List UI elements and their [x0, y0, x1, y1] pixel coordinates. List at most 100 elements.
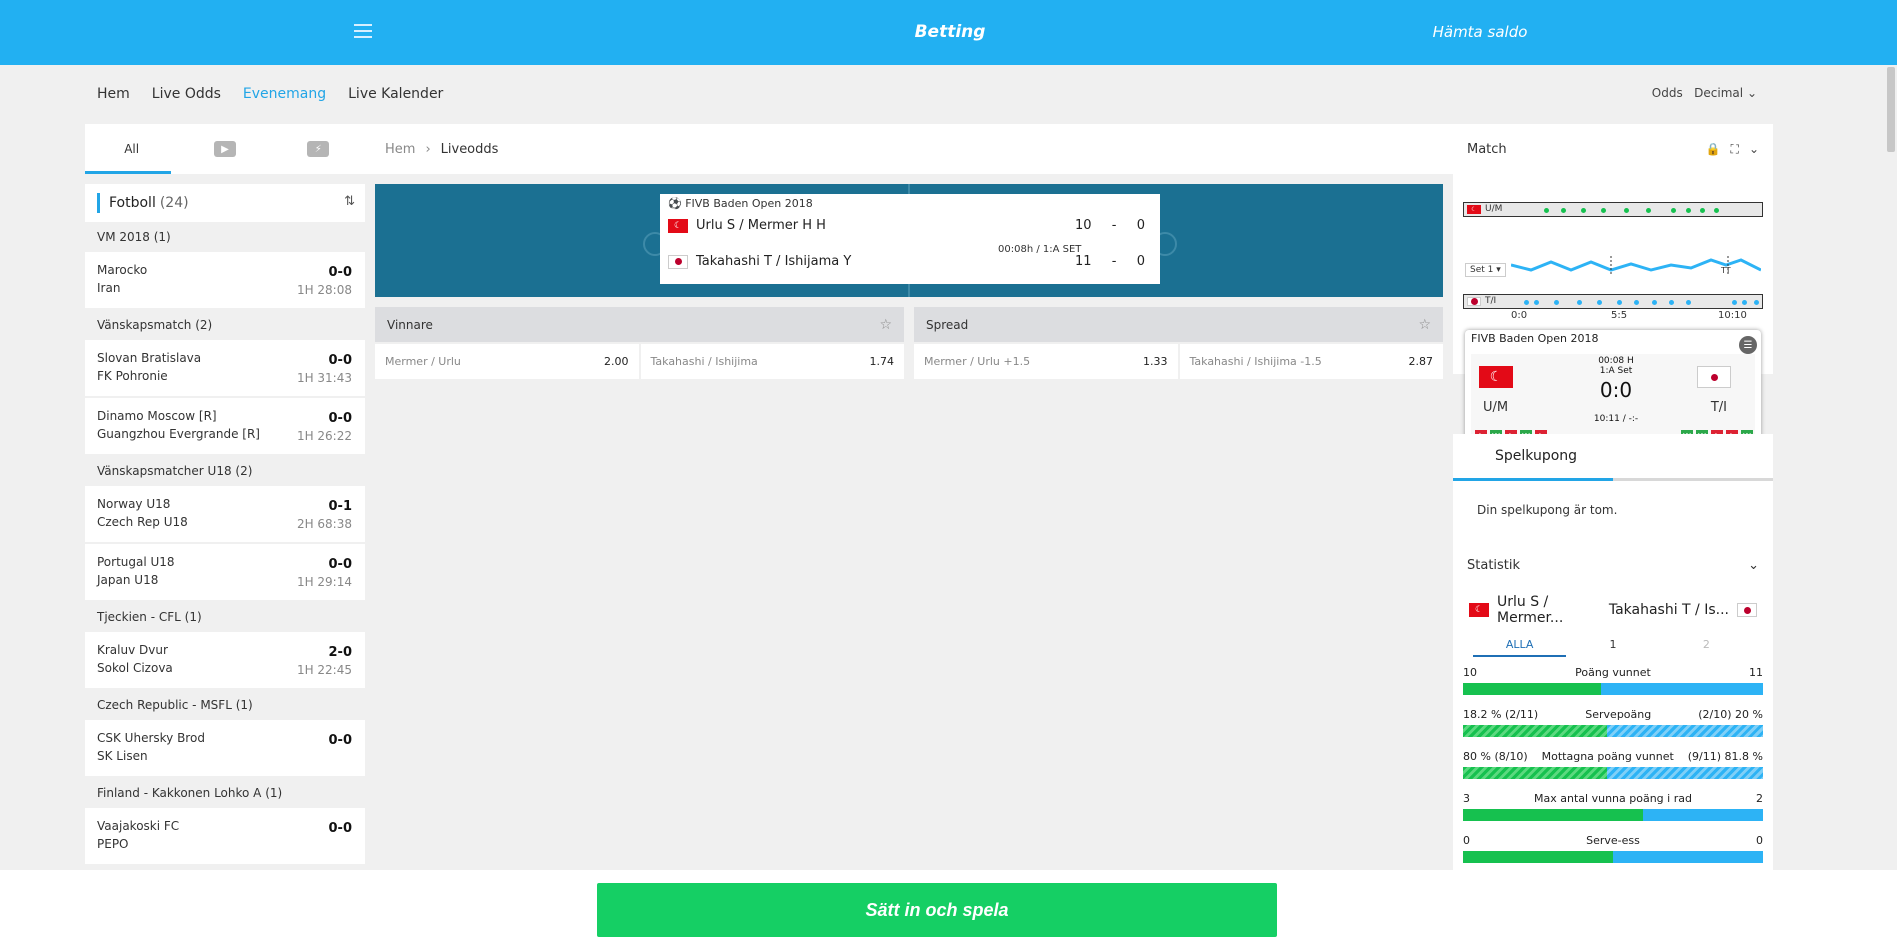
team2-abbr: T/I — [1485, 296, 1497, 306]
star-icon[interactable]: ☆ — [879, 317, 892, 333]
sport-header-football[interactable]: Fotboll (24) ⇅ — [85, 184, 365, 222]
chevron-down-icon[interactable]: ⌄ — [1749, 142, 1759, 157]
selection-button[interactable]: Takahashi / Ishijima -1.5 2.87 — [1179, 344, 1443, 379]
league-header[interactable]: Tjeckien - CFL (1) — [85, 602, 365, 632]
stat-bar-team2 — [1613, 851, 1763, 863]
stat-row: 0 Serve-ess 0 — [1453, 830, 1773, 872]
selection-odds: 1.74 — [869, 355, 895, 368]
right-panel: Match 🔒 ⛶ ⌄ ☾ U/M Set 1 ▾ TT T/I 0:0 5:5 … — [1453, 124, 1773, 870]
timeline-team2: T/I — [1463, 294, 1763, 309]
selection-label: Mermer / Urlu — [385, 355, 461, 368]
point-dot — [1577, 300, 1582, 305]
selection-button[interactable]: Takahashi / Ishijima 1.74 — [640, 344, 904, 379]
japan-flag-icon — [1737, 603, 1757, 617]
stat-label: Serve-ess — [1586, 834, 1640, 847]
list-item[interactable]: Portugal U18 Japan U18 0-0 1H 29:14 — [85, 544, 365, 600]
point-dot — [1700, 208, 1705, 213]
volleyball-icon: ⚽ — [668, 197, 682, 210]
competition-label: FIVB Baden Open 2018 — [685, 197, 813, 210]
chevron-down-icon: ⌄ — [1748, 557, 1759, 573]
fetch-balance-link[interactable]: Hämta saldo — [1400, 23, 1560, 41]
point-dot — [1561, 208, 1566, 213]
stat-bar-team1 — [1463, 851, 1613, 863]
stat-label: Max antal vunna poäng i rad — [1534, 792, 1692, 805]
league-header[interactable]: Czech Republic - MSFL (1) — [85, 690, 365, 720]
list-item[interactable]: Marocko Iran 0-0 1H 28:08 — [85, 252, 365, 308]
point-dot — [1671, 208, 1676, 213]
mini-bottom: 10:11 / -:- — [1593, 414, 1639, 424]
point-dot — [1686, 300, 1691, 305]
market-title: Vinnare — [387, 317, 433, 332]
list-item[interactable]: Dinamo Moscow [R] Guangzhou Evergrande [R… — [85, 398, 365, 454]
scrollbar-thumb[interactable] — [1887, 67, 1895, 152]
top-bar: Betting Hämta saldo — [0, 0, 1897, 65]
match-score: 2-0 — [328, 645, 353, 660]
stats-tab-set2[interactable]: 2 — [1660, 638, 1753, 657]
point-dot — [1597, 300, 1602, 305]
stats-tab-set1[interactable]: 1 — [1566, 638, 1659, 657]
point-dot — [1581, 208, 1586, 213]
stats-tabs: ALLA 1 2 — [1453, 632, 1773, 662]
expand-icon[interactable]: ⛶ — [1731, 142, 1739, 157]
away-team: PEPO — [97, 837, 129, 851]
league-header[interactable]: Vänskapsmatch (2) — [85, 310, 365, 340]
tab-quick[interactable]: ⚡ — [272, 124, 365, 174]
turkey-flag-icon: ☾ — [1467, 204, 1481, 214]
nav-live-odds[interactable]: Live Odds — [152, 86, 221, 102]
stat-label: Mottagna poäng vunnet — [1541, 750, 1674, 763]
home-team: Slovan Bratislava — [97, 351, 202, 365]
stat-right: 11 — [1748, 666, 1763, 679]
nav-events[interactable]: Evenemang — [243, 86, 326, 102]
sport-name: Fotboll — [109, 195, 156, 211]
list-item[interactable]: Kraluv Dvur Sokol Cizova 2-0 1H 22:45 — [85, 632, 365, 688]
point-dot — [1652, 300, 1657, 305]
league-header[interactable]: Finland - Kakkonen Lohko A (1) — [85, 778, 365, 808]
stat-left: 0 — [1463, 834, 1470, 847]
mini-team2: T/I — [1710, 400, 1727, 415]
point-dot — [1754, 300, 1759, 305]
breadcrumb-home[interactable]: Hem — [385, 142, 415, 157]
sport-count: (24) — [159, 195, 189, 211]
list-item[interactable]: Slovan Bratislava FK Pohronie 0-0 1H 31:43 — [85, 340, 365, 396]
lightning-icon: ⚡ — [307, 141, 330, 157]
match-time: 2H 68:38 — [296, 517, 352, 531]
team2-points: 0 — [1136, 254, 1145, 269]
selection-button[interactable]: Mermer / Urlu +1.5 1.33 — [914, 344, 1178, 379]
tab-video[interactable]: ▶ — [178, 124, 271, 174]
statistics-header[interactable]: Statistik ⌄ — [1453, 542, 1773, 588]
list-item[interactable]: Norway U18 Czech Rep U18 0-1 2H 68:38 — [85, 486, 365, 542]
selection-button[interactable]: Mermer / Urlu 2.00 — [375, 344, 639, 379]
league-header[interactable]: Vänskapsmatcher U18 (2) — [85, 456, 365, 486]
set-select[interactable]: Set 1 ▾ — [1465, 263, 1506, 277]
tab-bet-slip[interactable]: Spelkupong — [1453, 434, 1773, 478]
stat-left: 18.2 % (2/11) — [1463, 708, 1539, 721]
stat-left: 10 — [1463, 666, 1477, 679]
point-dot — [1617, 300, 1622, 305]
nav-home[interactable]: Hem — [97, 86, 130, 102]
point-dot — [1634, 300, 1639, 305]
list-item[interactable]: Vaajakoski FC PEPO 0-0 — [85, 808, 365, 864]
footer: Sätt in och spela — [0, 870, 1897, 948]
deposit-and-play-button[interactable]: Sätt in och spela — [597, 883, 1277, 937]
timeline-team2-label: T/I — [1467, 296, 1496, 306]
turkey-flag-icon: ☾ — [1469, 603, 1489, 617]
home-team: Norway U18 — [97, 497, 171, 511]
league-header[interactable]: VM 2018 (1) — [85, 222, 365, 252]
away-team: SK Lisen — [97, 749, 148, 763]
japan-flag-icon — [1467, 296, 1481, 306]
tab-all[interactable]: All — [85, 124, 178, 174]
lock-icon[interactable]: 🔒 — [1706, 142, 1721, 157]
score-separator: - — [1111, 218, 1117, 233]
stat-right: 2 — [1755, 792, 1763, 805]
menu-icon[interactable]: ☰ — [1739, 336, 1757, 354]
page-scrollbar[interactable] — [1885, 65, 1897, 870]
star-icon[interactable]: ☆ — [1418, 317, 1431, 333]
stat-bar-team2 — [1607, 725, 1763, 737]
stats-tab-all[interactable]: ALLA — [1473, 638, 1567, 657]
list-item[interactable]: CSK Uhersky Brod SK Lisen 0-0 — [85, 720, 365, 776]
nav-live-calendar[interactable]: Live Kalender — [348, 86, 443, 102]
menu-icon[interactable] — [354, 24, 372, 38]
odds-format-value: Decimal — [1694, 86, 1744, 100]
odds-format-select[interactable]: Odds Decimal ⌄ — [1652, 86, 1757, 100]
sort-icon[interactable]: ⇅ — [344, 194, 355, 209]
